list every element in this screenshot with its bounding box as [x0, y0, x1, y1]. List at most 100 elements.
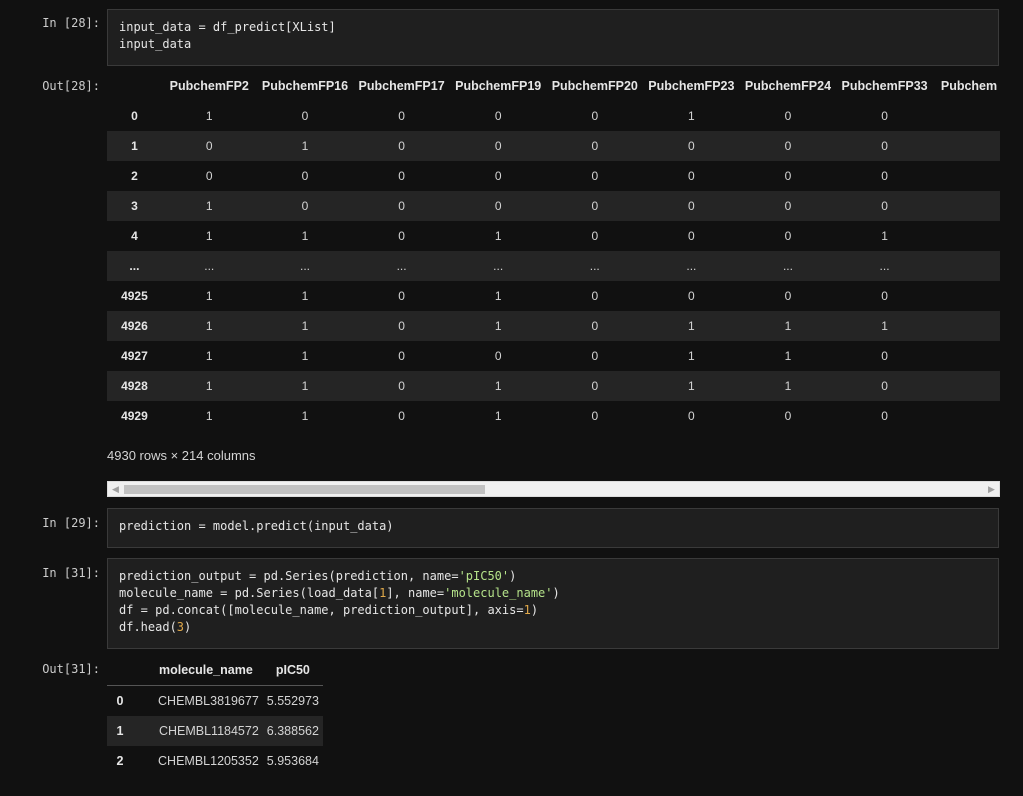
table-cell: 0 [784, 109, 792, 123]
column-header: PubchemFP16 [261, 79, 349, 93]
column-header: PubchemFP17 [358, 79, 445, 93]
table-cell: 0 [301, 109, 309, 123]
table-cell: 0 [881, 199, 888, 213]
table-cell: ... [879, 259, 890, 273]
table-cell: 1 [301, 409, 309, 423]
table-cell: 1 [301, 379, 309, 393]
table-cell: 0 [784, 139, 792, 153]
code-text: prediction_output = pd.Series(prediction… [119, 569, 459, 583]
table-row: 2 CHEMBL1205352 5.953684 [107, 746, 323, 776]
table-cell: 1 [205, 409, 213, 423]
table-cell: 0 [494, 169, 502, 183]
row-index: 2 [116, 754, 124, 768]
table-row: 1 CHEMBL1184572 6.388562 [107, 716, 323, 746]
table-row: 4929 1 1 0 1 0 0 0 0 [107, 401, 1000, 431]
table-cell [933, 281, 1000, 311]
table-cell: 0 [688, 139, 695, 153]
scrollbar-thumb[interactable] [124, 485, 485, 494]
index-header [107, 71, 162, 101]
scroll-right-icon[interactable]: ▶ [984, 482, 999, 496]
table-cell: ... [204, 259, 215, 273]
table-cell: 1 [494, 229, 502, 243]
table-cell: ... [686, 259, 697, 273]
table-cell: 0 [398, 319, 405, 333]
table-cell: 0 [688, 229, 695, 243]
table-cell: 0 [398, 169, 405, 183]
table-cell: ... [589, 259, 600, 273]
row-index: 4926 [121, 319, 148, 333]
cell-prompt-in28: In [28]: [42, 16, 100, 30]
table-cell: 0 [591, 229, 599, 243]
row-index: 0 [131, 109, 138, 123]
code-line: input_data [119, 37, 192, 51]
horizontal-scrollbar[interactable]: ◀ ▶ [107, 481, 1000, 497]
table-cell: 0 [398, 229, 405, 243]
code-line: molecule_name = pd.Series(load_data[1], … [119, 585, 987, 602]
table-row: 0 CHEMBL3819677 5.552973 [107, 686, 323, 717]
code-line: prediction_output = pd.Series(prediction… [119, 568, 987, 585]
table-cell: 1 [688, 319, 695, 333]
row-index: 4928 [121, 379, 148, 393]
table-cell: 0 [591, 379, 599, 393]
code-cell-29[interactable]: prediction = model.predict(input_data) [107, 508, 999, 548]
table-cell: CHEMBL1205352 [158, 754, 259, 768]
table-cell: 0 [591, 169, 599, 183]
row-index: 2 [131, 169, 138, 183]
scroll-left-icon[interactable]: ◀ [108, 482, 123, 496]
table-cell: 0 [881, 289, 888, 303]
dataframe-output[interactable]: PubchemFP2 PubchemFP16 PubchemFP17 PubchemF… [107, 71, 1000, 431]
table-cell: 0 [398, 379, 405, 393]
table-cell [933, 311, 1000, 341]
table-row: ........................... [107, 251, 1000, 281]
table-cell [933, 371, 1000, 401]
table-cell [933, 221, 1000, 251]
table-cell: 1 [688, 349, 695, 363]
row-index: 1 [116, 724, 124, 738]
code-text: df = pd.concat([molecule_name, predictio… [119, 603, 524, 617]
table-cell [933, 251, 1000, 281]
table-cell: ... [493, 259, 504, 273]
column-header: PubchemFP23 [648, 79, 735, 93]
index-header [107, 655, 133, 686]
row-index: ... [129, 259, 140, 273]
code-text: ) [509, 569, 517, 583]
code-text: df.head( [119, 620, 177, 634]
table-cell [933, 131, 1000, 161]
table-cell: 5.953684 [266, 754, 319, 768]
table-cell: 1 [494, 379, 502, 393]
cell-prompt-in31: In [31]: [42, 566, 100, 580]
code-cell-28[interactable]: input_data = df_predict[XList] input_dat… [107, 9, 999, 66]
column-header: PubchemFP33 [841, 79, 928, 93]
head-dataframe-table[interactable]: molecule_name pIC50 0 CHEMBL3819677 5.55… [107, 655, 323, 776]
string-literal: 'pIC50' [458, 569, 510, 583]
code-text: ) [184, 620, 192, 634]
dataframe-table: PubchemFP2 PubchemFP16 PubchemFP17 PubchemF… [107, 71, 1000, 431]
table-cell: 0 [881, 139, 888, 153]
row-index: 4929 [121, 409, 148, 423]
table-cell: 0 [494, 199, 502, 213]
table-row: 3 1 0 0 0 0 0 0 0 [107, 191, 1000, 221]
table-cell: 0 [784, 289, 792, 303]
table-cell: 0 [398, 409, 405, 423]
table-cell: 0 [591, 349, 599, 363]
table-cell: 1 [881, 229, 888, 243]
table-cell: 0 [494, 349, 502, 363]
code-line: prediction = model.predict(input_data) [119, 519, 394, 533]
table-cell: 1 [301, 229, 309, 243]
table-cell: 0 [398, 289, 405, 303]
table-cell: 1 [494, 289, 502, 303]
table-cell: 1 [301, 349, 309, 363]
table-cell: 1 [205, 379, 213, 393]
table-cell: 1 [205, 289, 213, 303]
string-literal: 'molecule_name' [444, 586, 553, 600]
code-line: df.head(3) [119, 619, 987, 636]
table-cell: 0 [301, 169, 309, 183]
table-cell: ... [782, 259, 793, 273]
table-row: 4925 1 1 0 1 0 0 0 0 [107, 281, 1000, 311]
code-cell-31[interactable]: prediction_output = pd.Series(prediction… [107, 558, 999, 649]
table-cell: 0 [591, 319, 599, 333]
table-cell: 0 [784, 229, 792, 243]
table-row: 4 1 1 0 1 0 0 0 1 [107, 221, 1000, 251]
table-cell: CHEMBL3819677 [158, 694, 259, 708]
code-text: molecule_name = pd.Series(load_data[ [119, 586, 380, 600]
